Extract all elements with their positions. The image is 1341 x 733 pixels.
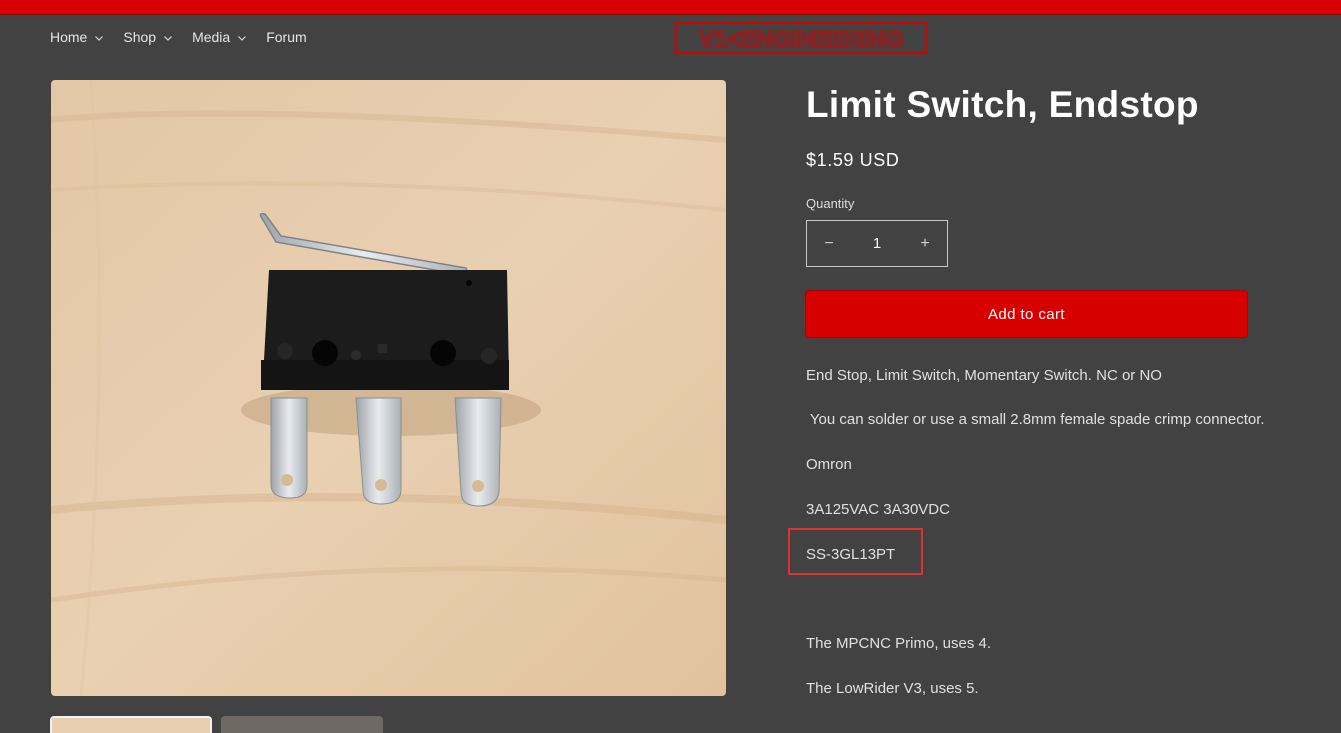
logo-graphic: V1<ENGINEERING: [675, 22, 927, 54]
nav-item-forum[interactable]: Forum: [266, 28, 306, 46]
product-price: $1.59 USD: [806, 150, 900, 170]
nav-item-home[interactable]: Home: [50, 28, 104, 46]
chevron-down-icon: [238, 36, 247, 41]
product-main-image[interactable]: [51, 80, 726, 696]
add-to-cart-button[interactable]: Add to cart: [806, 291, 1247, 337]
description-line: You can solder or use a small 2.8mm fema…: [806, 411, 1265, 428]
plus-icon: +: [920, 234, 930, 252]
description-line: The LowRider V3, uses 5.: [806, 680, 979, 697]
chevron-down-icon: [164, 36, 172, 41]
svg-text:V1<ENGINEERING: V1<ENGINEERING: [699, 26, 903, 53]
description-line: End Stop, Limit Switch, Momentary Switch…: [806, 367, 1162, 384]
description-line: Omron: [806, 456, 852, 473]
product-title: Limit Switch, Endstop: [806, 84, 1199, 125]
chevron-down-icon: [95, 36, 104, 41]
limit-switch-photo: [51, 80, 726, 696]
main-nav: Home Shop Media Forum: [50, 28, 326, 46]
nav-item-media[interactable]: Media: [192, 28, 247, 46]
thumbnail-1[interactable]: [50, 716, 212, 733]
description-line: The MPCNC Primo, uses 4.: [806, 635, 992, 652]
minus-icon: −: [824, 234, 834, 252]
highlight-annotation: [788, 528, 923, 575]
decrease-quantity-button[interactable]: −: [807, 221, 851, 266]
quantity-stepper: − +: [806, 220, 948, 267]
nav-item-label: Forum: [266, 29, 307, 45]
site-logo[interactable]: V1<ENGINEERING: [675, 22, 927, 54]
nav-item-shop[interactable]: Shop: [123, 28, 173, 46]
announcement-bar: [0, 0, 1341, 15]
nav-item-label: Media: [192, 29, 231, 45]
thumbnail-2[interactable]: [221, 716, 383, 733]
quantity-label: Quantity: [806, 196, 855, 211]
quantity-input[interactable]: [851, 235, 903, 252]
nav-item-label: Shop: [123, 29, 157, 45]
increase-quantity-button[interactable]: +: [903, 221, 947, 266]
description-line: 3A125VAC 3A30VDC: [806, 501, 950, 518]
nav-item-label: Home: [50, 29, 88, 45]
